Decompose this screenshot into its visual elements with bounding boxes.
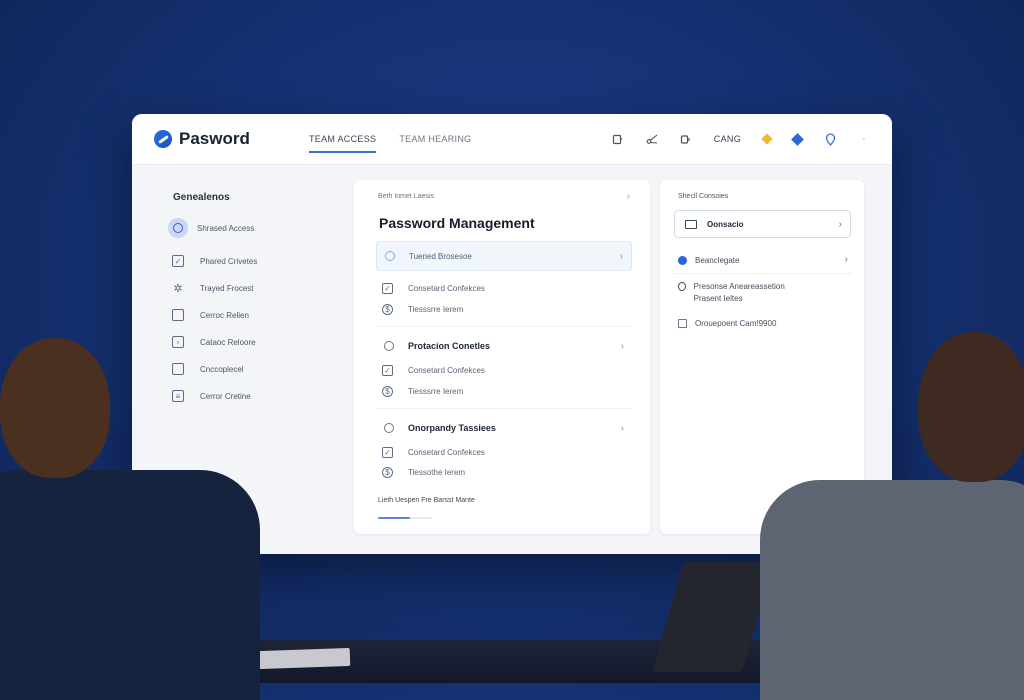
checkbox-icon: ✓ bbox=[382, 364, 393, 376]
more-icon[interactable]: · bbox=[858, 133, 870, 145]
list-item[interactable]: Beanclegate › bbox=[678, 254, 848, 267]
primary-option[interactable]: Oonsacio › bbox=[674, 210, 851, 238]
list-item[interactable]: ✓ Consetard Confekces bbox=[382, 444, 485, 460]
sidebar-item-label: Shrased Access bbox=[197, 223, 255, 233]
nav-tabs: TEAM ACCESS TEAM HEARING bbox=[309, 114, 494, 164]
list-item[interactable]: Orouepoent Cam!9900 bbox=[678, 318, 776, 330]
folder-icon bbox=[172, 363, 184, 375]
dollar-icon: $ bbox=[382, 466, 393, 478]
sidebar-item-6[interactable]: ≡ Cerror Cretine bbox=[172, 386, 251, 406]
section-label: Tuened Brosesoe bbox=[409, 251, 472, 261]
clock-icon bbox=[384, 341, 394, 351]
section-row[interactable]: Onorpandy Tassiees › bbox=[376, 413, 632, 443]
divider bbox=[376, 408, 632, 409]
progress-fill bbox=[378, 517, 411, 519]
list-item-label: Consetard Confekces bbox=[408, 365, 485, 375]
chevron-right-icon: › bbox=[620, 422, 624, 434]
sidebar-item-label: Cataoc Reloore bbox=[200, 337, 256, 347]
section-label: Onorpandy Tassiees bbox=[408, 423, 496, 433]
chevron-right-icon: › bbox=[844, 254, 848, 265]
breadcrumb[interactable]: Beth Inmet Laesis bbox=[378, 193, 434, 200]
blue-dot-icon bbox=[678, 256, 687, 265]
sidebar-item-5[interactable]: Cnccoplecel bbox=[172, 359, 244, 379]
list-item-label: Beanclegate bbox=[695, 256, 740, 265]
dollar-icon: $ bbox=[382, 303, 393, 315]
page-title: Password Management bbox=[379, 215, 535, 231]
tab-team-hearing[interactable]: TEAM HEARING bbox=[399, 114, 471, 164]
checkbox-icon: ✓ bbox=[382, 282, 393, 294]
person-right-body bbox=[760, 480, 1024, 700]
panel-title: Shecll Consoies bbox=[678, 193, 729, 200]
checkbox-icon: ✓ bbox=[382, 446, 393, 458]
top-bar: Pasword TEAM ACCESS TEAM HEARING CANG · bbox=[132, 114, 892, 165]
sidebar-item-0[interactable]: Shrased Access bbox=[168, 218, 255, 238]
sidebar-item-2[interactable]: ✲ Trayed Frocest bbox=[172, 278, 254, 298]
app-name: Pasword bbox=[179, 129, 250, 148]
list-item[interactable]: ✓ Consetard Confekces bbox=[382, 362, 485, 378]
list-item-label: Presonse Aneareassetion Prasent Ieltes bbox=[693, 282, 785, 303]
info-icon bbox=[678, 282, 686, 291]
sparkle-icon: ✲ bbox=[173, 282, 183, 295]
person-left-head bbox=[0, 338, 110, 478]
chevron-right-icon: › bbox=[619, 250, 623, 262]
list-item-label: Tiessothe Ierem bbox=[408, 467, 466, 477]
section-row[interactable]: Tuened Brosesoe › bbox=[376, 241, 632, 271]
sidebar-item-4[interactable]: ▫ Cataoc Reloore bbox=[172, 332, 256, 352]
app-window: Pasword TEAM ACCESS TEAM HEARING CANG · … bbox=[132, 114, 892, 554]
folder-icon bbox=[678, 319, 687, 328]
divider bbox=[674, 273, 851, 274]
scissors-icon[interactable] bbox=[646, 133, 658, 145]
card-icon bbox=[172, 309, 184, 321]
logo-icon bbox=[154, 130, 172, 148]
top-actions: CANG · bbox=[612, 114, 870, 164]
location-pin-icon[interactable] bbox=[824, 132, 836, 146]
list-item[interactable]: ✓ Consetard Confekces bbox=[382, 280, 485, 296]
primary-option-label: Oonsacio bbox=[707, 219, 744, 229]
device-icon[interactable] bbox=[680, 133, 692, 145]
sidebar-item-label: Phared Crivetes bbox=[200, 256, 258, 266]
list-item-label: Tiesssrre Ierem bbox=[408, 304, 464, 314]
top-label[interactable]: CANG bbox=[714, 134, 741, 144]
chevron-right-icon: › bbox=[620, 340, 624, 352]
progress-bar bbox=[378, 517, 432, 519]
sidebar-item-label: Cerror Cretine bbox=[200, 391, 251, 401]
list-item-label: Orouepoent Cam!9900 bbox=[695, 319, 777, 328]
blue-diamond-icon[interactable] bbox=[791, 132, 804, 146]
sidebar-item-label: Trayed Frocest bbox=[200, 283, 254, 293]
lock-icon: ▫ bbox=[172, 336, 184, 348]
password-card: Beth Inmet Laesis › Password Management … bbox=[354, 180, 650, 534]
person-left-body bbox=[0, 470, 260, 700]
section-row[interactable]: Protacion Conetles › bbox=[376, 331, 632, 361]
circle-icon bbox=[385, 251, 395, 261]
person-right-head bbox=[918, 332, 1024, 482]
list-item[interactable]: $ Tiesssrre Ierem bbox=[382, 301, 463, 317]
sidebar-title: Genealenos bbox=[173, 192, 230, 203]
list-item-label: Consetard Confekces bbox=[408, 283, 485, 293]
tab-team-access[interactable]: TEAM ACCESS bbox=[309, 114, 377, 164]
circle-icon bbox=[384, 423, 394, 433]
list-item[interactable]: Presonse Aneareassetion Prasent Ieltes bbox=[678, 281, 808, 305]
list-item[interactable]: $ Tiesssrre Ierem bbox=[382, 383, 463, 399]
list-item-label: Consetard Confekces bbox=[408, 447, 485, 457]
document-icon: ≡ bbox=[172, 390, 184, 402]
sidebar-item-3[interactable]: Cerroc Relien bbox=[172, 305, 249, 325]
dollar-icon: $ bbox=[382, 385, 393, 397]
chevron-right-icon[interactable]: › bbox=[627, 191, 630, 202]
checkbox-icon: ✓ bbox=[172, 255, 184, 267]
divider bbox=[376, 326, 632, 327]
shield-icon bbox=[168, 218, 188, 238]
list-item[interactable]: $ Tiessothe Ierem bbox=[382, 464, 465, 480]
sidebar-item-1[interactable]: ✓ Phared Crivetes bbox=[172, 251, 257, 271]
scene: Pasword TEAM ACCESS TEAM HEARING CANG · … bbox=[0, 0, 1024, 700]
section-label: Protacion Conetles bbox=[408, 341, 491, 351]
yellow-diamond-icon[interactable] bbox=[761, 133, 773, 145]
copy-icon[interactable] bbox=[612, 133, 624, 145]
window-icon bbox=[685, 219, 697, 229]
footnote: Lieth Uespen Fre Barsst Mante bbox=[378, 497, 475, 504]
sidebar-item-label: Cnccoplecel bbox=[200, 364, 244, 374]
sidebar-item-label: Cerroc Relien bbox=[200, 310, 249, 320]
list-item-label: Tiesssrre Ierem bbox=[408, 386, 464, 396]
brand[interactable]: Pasword bbox=[154, 129, 289, 149]
chevron-right-icon: › bbox=[838, 218, 842, 230]
